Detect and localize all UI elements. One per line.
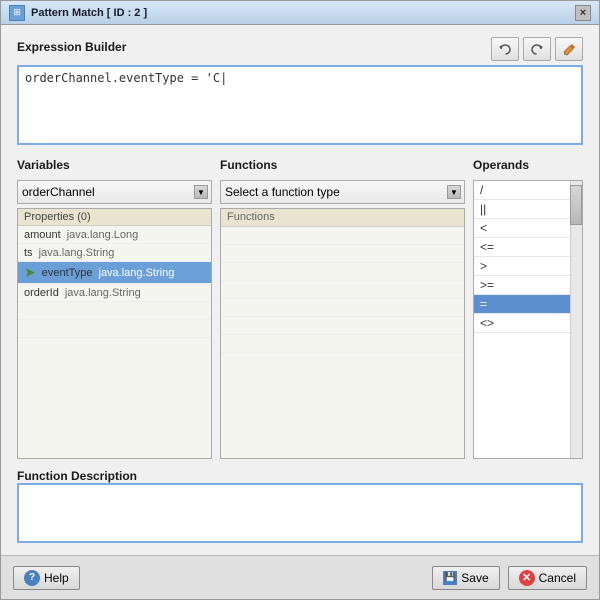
prop-name-orderid: orderId [24, 287, 59, 299]
operand-lte[interactable]: <= [474, 238, 582, 257]
expression-header: Expression Builder [17, 37, 583, 61]
variables-select-wrapper: orderChannel ▼ [17, 180, 212, 204]
functions-list: Functions [220, 208, 465, 459]
prop-type-ts: java.lang.String [39, 247, 115, 259]
property-row-empty2 [18, 320, 211, 338]
expression-section: Expression Builder [17, 37, 583, 148]
title-bar: ⊞ Pattern Match [ ID : 2 ] × [1, 1, 599, 25]
redo-button[interactable] [523, 37, 551, 61]
dialog-icon: ⊞ [9, 5, 25, 21]
help-icon: ? [24, 570, 40, 586]
save-button[interactable]: 💾 Save [432, 566, 499, 590]
edit-icon [562, 42, 576, 56]
dialog-title: Pattern Match [ ID : 2 ] [31, 7, 147, 19]
dialog-body: Expression Builder [1, 25, 599, 555]
prop-name-ts: ts [24, 247, 33, 259]
operand-divide[interactable]: / [474, 181, 582, 200]
expression-label: Expression Builder [17, 40, 126, 54]
prop-type-eventtype: java.lang.String [99, 267, 175, 279]
func-row-5 [221, 299, 464, 317]
save-icon: 💾 [443, 571, 457, 585]
dialog-window: ⊞ Pattern Match [ ID : 2 ] × Expression … [0, 0, 600, 600]
prop-name-amount: amount [24, 229, 61, 241]
prop-type-amount: java.lang.Long [67, 229, 139, 241]
operand-gt[interactable]: > [474, 257, 582, 276]
dialog-footer: ? Help 💾 Save ✕ Cancel [1, 555, 599, 599]
operand-neq[interactable]: <> [474, 314, 582, 333]
operands-list: / || < <= > >= = <> [473, 180, 583, 459]
operand-gte[interactable]: >= [474, 276, 582, 295]
save-label: Save [461, 571, 488, 585]
title-bar-left: ⊞ Pattern Match [ ID : 2 ] [9, 5, 147, 21]
functions-dropdown[interactable]: Select a function type [220, 180, 465, 204]
function-desc-section: Function Description [17, 469, 583, 543]
functions-label: Functions [220, 158, 465, 172]
prop-type-orderid: java.lang.String [65, 287, 141, 299]
undo-button[interactable] [491, 37, 519, 61]
cancel-icon: ✕ [519, 570, 535, 586]
variables-dropdown[interactable]: orderChannel [17, 180, 212, 204]
properties-header: Properties (0) [18, 209, 211, 226]
functions-select-wrapper: Select a function type ▼ [220, 180, 465, 204]
operand-or[interactable]: || [474, 200, 582, 219]
help-label: Help [44, 571, 69, 585]
func-row-4 [221, 281, 464, 299]
property-row-ts[interactable]: ts java.lang.String [18, 244, 211, 262]
operand-lt[interactable]: < [474, 219, 582, 238]
variables-column: Variables orderChannel ▼ Properties (0) … [17, 158, 212, 459]
cancel-label: Cancel [539, 571, 576, 585]
expression-input[interactable]: orderChannel.eventType = 'C| [17, 65, 583, 145]
close-button[interactable]: × [575, 5, 591, 21]
func-row-2 [221, 245, 464, 263]
edit-button[interactable] [555, 37, 583, 61]
operands-scrollbar[interactable] [570, 181, 582, 458]
property-row-orderid[interactable]: orderId java.lang.String [18, 284, 211, 302]
three-columns: Variables orderChannel ▼ Properties (0) … [17, 158, 583, 459]
function-desc-box [17, 483, 583, 543]
undo-icon [498, 42, 512, 56]
functions-list-header: Functions [221, 209, 464, 227]
redo-icon [530, 42, 544, 56]
properties-box: Properties (0) amount java.lang.Long ts … [17, 208, 212, 459]
cancel-button[interactable]: ✕ Cancel [508, 566, 587, 590]
func-row-7 [221, 335, 464, 353]
property-row-empty1 [18, 302, 211, 320]
operands-label: Operands [473, 158, 583, 172]
operand-eq[interactable]: = [474, 295, 582, 314]
operands-scrollbar-thumb [570, 185, 582, 225]
func-row-6 [221, 317, 464, 335]
property-row-amount[interactable]: amount java.lang.Long [18, 226, 211, 244]
property-row-eventtype[interactable]: ➤ eventType java.lang.String [18, 262, 211, 284]
arrow-icon-eventtype: ➤ [24, 264, 36, 281]
help-button[interactable]: ? Help [13, 566, 80, 590]
footer-right: 💾 Save ✕ Cancel [432, 566, 587, 590]
toolbar-buttons [491, 37, 583, 61]
functions-column: Functions Select a function type ▼ Funct… [220, 158, 465, 459]
operands-column: Operands / || < <= > >= = <> [473, 158, 583, 459]
function-desc-label: Function Description [17, 469, 137, 483]
prop-name-eventtype: eventType [42, 267, 93, 279]
variables-label: Variables [17, 158, 212, 172]
func-row-1 [221, 227, 464, 245]
func-row-3 [221, 263, 464, 281]
